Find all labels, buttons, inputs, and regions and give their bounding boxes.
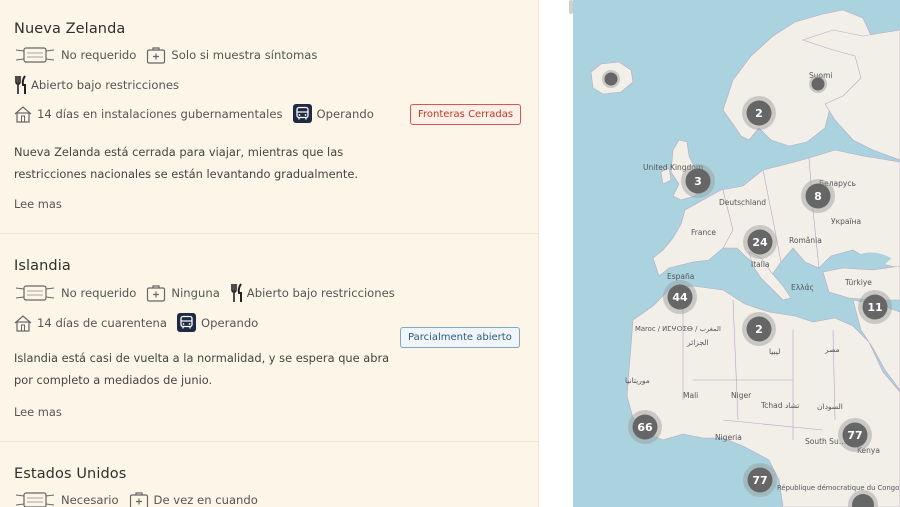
mask-label: No requerido [61, 48, 137, 62]
country-title: Islandia [14, 258, 71, 274]
medical-kit-icon [147, 47, 166, 64]
country-card: Estados Unidos Necesario De vez en cuand… [0, 442, 538, 507]
svg-text:2: 2 [755, 323, 763, 336]
fork-knife-icon [15, 75, 26, 94]
info-row: 14 días en instalaciones gubernamentales… [14, 104, 384, 123]
country-card: Nueva Zelanda No requerido Solo si muest… [0, 0, 538, 234]
quarantine-info: 14 días de cuarentena [14, 314, 167, 332]
map-label: Tchad تشاد [760, 401, 799, 410]
medical-kit-icon [147, 285, 166, 302]
svg-text:3: 3 [694, 175, 702, 188]
map[interactable]: United Kingdom Deutschland France Україн… [573, 0, 900, 507]
test-info: Solo si muestra síntomas [146, 46, 317, 64]
map-label: موريتانيا [625, 376, 650, 385]
svg-text:66: 66 [637, 421, 653, 434]
svg-text:44: 44 [672, 291, 688, 304]
cluster-marker[interactable]: 66 [628, 410, 662, 444]
map-label: République démocratique du Congo [777, 484, 899, 492]
map-label: Maroc / ⵍⵎⵖⵔⵉⴱ / المغرب [635, 325, 721, 333]
quarantine-label: 14 días en instalaciones gubernamentales [37, 106, 283, 121]
info-row: 14 días de cuarentena Operando [14, 313, 268, 332]
bus-icon [292, 104, 312, 123]
svg-text:77: 77 [847, 429, 862, 442]
country-card: Islandia No requerido Ninguna Abierto ba… [0, 234, 538, 442]
cluster-marker[interactable]: 44 [663, 280, 697, 314]
map-label: Ελλάς [791, 283, 814, 292]
info-row: No requerido Solo si muestra síntomas [14, 46, 327, 64]
svg-text:2: 2 [755, 107, 763, 120]
map-label: Deutschland [719, 198, 766, 207]
map-label: Niger [731, 391, 752, 400]
svg-text:11: 11 [867, 301, 882, 314]
mask-label: No requerido [61, 286, 137, 300]
map-canvas[interactable]: United Kingdom Deutschland France Україн… [573, 0, 900, 507]
cluster-marker[interactable]: 2 [742, 96, 776, 130]
map-label: Україна [831, 217, 861, 226]
mask-label: Necesario [61, 493, 119, 507]
transport-info: Operando [176, 313, 259, 332]
map-label: السودان [817, 402, 843, 411]
mask-info: No requerido [14, 284, 136, 302]
svg-text:24: 24 [752, 236, 768, 249]
cluster-marker[interactable]: 11 [858, 290, 892, 324]
map-marker[interactable] [811, 77, 825, 91]
map-label: România [789, 236, 822, 245]
read-more-link[interactable]: Lee mas [14, 197, 62, 211]
country-title: Nueva Zelanda [14, 21, 126, 37]
quarantine-label: 14 días de cuarentena [37, 315, 167, 330]
svg-text:8: 8 [814, 190, 822, 203]
test-info: De vez en cuando [129, 491, 258, 507]
medical-kit-icon [129, 492, 148, 507]
map-label: Mali [683, 391, 698, 400]
svg-text:77: 77 [752, 474, 767, 487]
map-label: ليبيا [769, 347, 780, 356]
fork-knife-icon [230, 283, 242, 302]
restaurant-info: Abierto bajo restricciones [230, 283, 395, 303]
mask-icon [15, 47, 55, 63]
test-info: Ninguna [146, 284, 220, 302]
house-icon [14, 314, 32, 332]
status-badge: Fronteras Cerradas [410, 104, 522, 125]
transport-info: Operando [292, 104, 374, 123]
map-gutter [540, 0, 573, 507]
restaurant-info: Abierto bajo restricciones [14, 75, 179, 95]
transport-label: Operando [316, 106, 374, 121]
info-row: No requerido Ninguna Abierto bajo restri… [14, 283, 405, 303]
mask-icon [15, 285, 55, 301]
cluster-marker[interactable]: 3 [681, 164, 715, 198]
map-label: Nigeria [715, 433, 742, 442]
map-marker[interactable] [604, 72, 618, 86]
info-row: Abierto bajo restricciones [14, 75, 189, 95]
bus-icon [176, 313, 196, 332]
read-more-link[interactable]: Lee mas [14, 405, 62, 419]
cluster-marker[interactable]: 2 [742, 312, 776, 346]
test-label: Ninguna [171, 286, 220, 300]
house-icon [14, 105, 32, 123]
country-description: Islandia está casi de vuelta a la normal… [14, 351, 390, 387]
cluster-marker[interactable]: 8 [801, 179, 835, 213]
transport-label: Operando [200, 315, 259, 330]
map-label: مصر [824, 345, 840, 354]
mask-info: Necesario [14, 491, 119, 507]
quarantine-info: 14 días en instalaciones gubernamentales [14, 105, 283, 123]
country-list: Nueva Zelanda No requerido Solo si muest… [0, 0, 539, 507]
cluster-marker[interactable]: 24 [743, 225, 777, 259]
info-row: Necesario De vez en cuando [14, 491, 268, 507]
mask-icon [15, 492, 55, 507]
cluster-marker[interactable]: 77 [743, 463, 777, 497]
country-title: Estados Unidos [14, 466, 127, 482]
restaurant-label: Abierto bajo restricciones [246, 286, 395, 300]
country-description: Nueva Zelanda está cerrada para viajar, … [14, 145, 358, 181]
map-label: Italia [751, 260, 770, 269]
mask-info: No requerido [14, 46, 136, 64]
restaurant-label: Abierto bajo restricciones [31, 78, 180, 92]
status-badge: Parcialmente abierto [400, 327, 520, 348]
map-label: España [667, 272, 694, 281]
map-label: Türkiye [844, 278, 872, 287]
cluster-marker[interactable]: 77 [838, 418, 872, 452]
test-label: Solo si muestra síntomas [171, 48, 318, 62]
map-label: France [691, 228, 716, 237]
test-label: De vez en cuando [153, 493, 258, 507]
map-label: الجزائر [686, 338, 709, 347]
